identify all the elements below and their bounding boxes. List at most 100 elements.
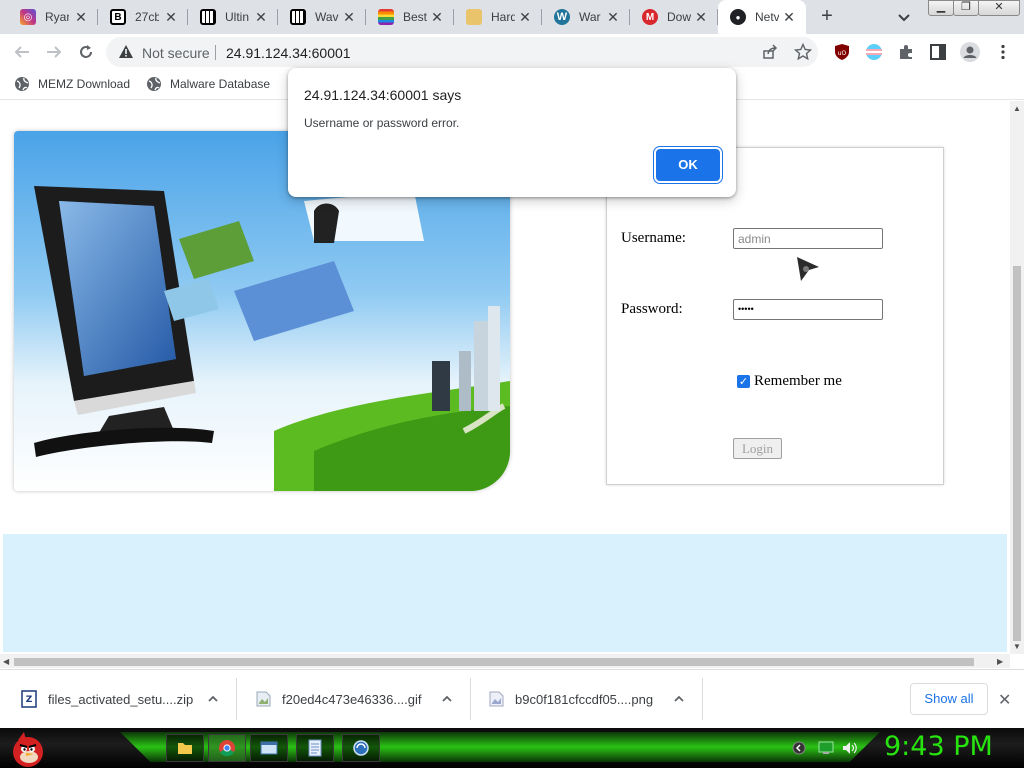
angry-bird-start-icon[interactable]: [8, 730, 48, 768]
close-window-button[interactable]: ✕: [978, 0, 1020, 16]
tab-1[interactable]: ◎ Ryan ✕: [8, 0, 98, 34]
bookmark-label: Malware Database: [170, 77, 271, 91]
folder-icon: [178, 743, 192, 754]
bookmark-memz-download[interactable]: MEMZ Download: [14, 76, 130, 92]
security-status[interactable]: Not secure: [142, 45, 210, 61]
username-label: Username:: [621, 230, 686, 246]
vertical-scrollbar[interactable]: ▲ ▼: [1010, 101, 1024, 654]
dark-circle-icon: ●: [730, 9, 746, 25]
globe-icon: [147, 77, 161, 91]
bookmark-label: MEMZ Download: [38, 77, 131, 91]
scrollbar-thumb[interactable]: [1013, 266, 1021, 641]
maximize-button[interactable]: ❐: [953, 0, 979, 16]
scroll-down-icon[interactable]: ▼: [1013, 642, 1021, 651]
login-button[interactable]: Login: [733, 438, 782, 459]
login-form: Username: Password: ••••• ✓ Remember me …: [606, 147, 944, 485]
puzzle-extensions-icon[interactable]: [897, 43, 915, 61]
download-filename: b9c0f181cfccdf05....png: [515, 691, 654, 707]
download-filename: f20ed4c473e46336....gif: [282, 691, 422, 707]
window-icon: [260, 741, 278, 755]
username-input[interactable]: [733, 228, 883, 249]
mega-icon: M: [642, 9, 658, 25]
tab-title: Ryan: [45, 10, 69, 24]
piano-icon: [290, 9, 306, 25]
url-text[interactable]: 24.91.124.34:60001: [226, 45, 351, 61]
minimize-button[interactable]: ▁: [928, 0, 954, 16]
ok-button[interactable]: OK: [656, 149, 720, 181]
chevron-up-icon[interactable]: [440, 692, 454, 706]
close-icon[interactable]: ✕: [606, 10, 620, 24]
reload-button[interactable]: [72, 38, 100, 66]
horizontal-scrollbar[interactable]: ◀ ▶: [0, 654, 1010, 668]
remember-me-label: Remember me: [754, 373, 842, 389]
svg-text:Z: Z: [26, 695, 33, 705]
star-icon[interactable]: [794, 43, 812, 61]
tab-5[interactable]: Best ✕: [366, 0, 454, 34]
password-input[interactable]: •••••: [733, 299, 883, 320]
tab-4[interactable]: Wav ✕: [278, 0, 366, 34]
tab-6[interactable]: Hard ✕: [454, 0, 542, 34]
remember-me-checkbox[interactable]: ✓ Remember me: [737, 373, 842, 390]
address-bar[interactable]: Not secure 24.91.124.34:60001: [106, 37, 818, 67]
warning-icon[interactable]: [118, 44, 134, 60]
scroll-right-icon[interactable]: ▶: [997, 657, 1003, 666]
share-icon[interactable]: [762, 44, 778, 60]
close-icon[interactable]: ✕: [518, 10, 532, 24]
tab-7[interactable]: W War ✕: [542, 0, 630, 34]
piano-icon: [200, 9, 216, 25]
scrollbar-thumb[interactable]: [14, 658, 974, 666]
taskbar-app-button[interactable]: [342, 734, 380, 762]
mouse-cursor-icon: [797, 257, 819, 281]
tray-expand-icon[interactable]: [792, 741, 806, 755]
close-icon[interactable]: ✕: [164, 10, 178, 24]
svg-text:uO: uO: [838, 50, 847, 57]
close-icon[interactable]: ✕: [998, 690, 1011, 710]
volume-icon[interactable]: [842, 741, 858, 755]
checkbox-checked-icon[interactable]: ✓: [737, 375, 750, 388]
alert-dialog: 24.91.124.34:60001 says Username or pass…: [288, 68, 736, 197]
close-icon[interactable]: ✕: [74, 10, 88, 24]
scroll-up-icon[interactable]: ▲: [1013, 104, 1021, 113]
ublock-icon[interactable]: uO: [833, 43, 851, 61]
tab-8[interactable]: M Dow ✕: [630, 0, 718, 34]
page-footer-band: [3, 534, 1007, 652]
taskbar-chrome-button[interactable]: [208, 734, 246, 762]
tab-strip: ◎ Ryan ✕ B 27cb ✕ Ultin ✕ Wav ✕ Best ✕ H…: [0, 0, 1024, 34]
profile-avatar-icon[interactable]: [960, 42, 980, 62]
tab-9-active[interactable]: ● Netv ✕: [718, 0, 806, 34]
side-panel-icon[interactable]: [929, 43, 947, 61]
chevron-down-icon[interactable]: [894, 7, 914, 27]
tab-title: Wav: [315, 10, 339, 24]
taskbar-explorer-button[interactable]: [166, 734, 204, 762]
forward-button[interactable]: [40, 38, 68, 66]
download-item[interactable]: f20ed4c473e46336....gif: [254, 670, 471, 728]
network-icon[interactable]: [818, 741, 834, 755]
scroll-left-icon[interactable]: ◀: [3, 657, 9, 666]
bold-b-icon: B: [110, 9, 126, 25]
image-file-icon: [489, 691, 504, 707]
tab-title: Best: [403, 10, 427, 24]
chevron-up-icon[interactable]: [206, 692, 220, 706]
close-icon[interactable]: ✕: [342, 10, 356, 24]
download-item[interactable]: Z files_activated_setu....zip: [20, 670, 237, 728]
show-all-downloads-button[interactable]: Show all: [910, 683, 988, 715]
zip-file-icon: Z: [21, 690, 37, 708]
rainbow-flag-icon: [378, 9, 394, 25]
back-button[interactable]: [8, 38, 36, 66]
tab-2[interactable]: B 27cb ✕: [98, 0, 188, 34]
close-icon[interactable]: ✕: [254, 10, 268, 24]
close-icon[interactable]: ✕: [694, 10, 708, 24]
taskbar-window-button[interactable]: [250, 734, 288, 762]
tab-3[interactable]: Ultin ✕: [188, 0, 278, 34]
taskbar-clock[interactable]: 9:43 PM: [884, 731, 993, 762]
download-item[interactable]: b9c0f181cfccdf05....png: [487, 670, 703, 728]
close-icon[interactable]: ✕: [430, 10, 444, 24]
pride-extension-icon[interactable]: [865, 43, 883, 61]
chevron-up-icon[interactable]: [672, 692, 686, 706]
new-tab-button[interactable]: +: [815, 5, 839, 29]
bookmark-malware-database[interactable]: Malware Database: [146, 76, 270, 92]
kebab-menu-icon[interactable]: [994, 43, 1012, 61]
tab-title: Netv: [755, 10, 779, 24]
close-icon[interactable]: ✕: [782, 10, 796, 24]
taskbar-notepad-button[interactable]: [296, 734, 334, 762]
